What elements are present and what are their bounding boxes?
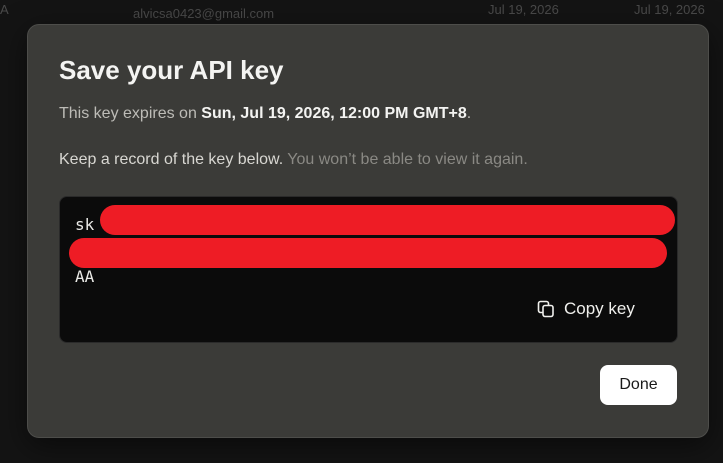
background-date-expires: Jul 19, 2026 — [634, 2, 705, 17]
expiry-prefix: This key expires on — [59, 105, 202, 122]
record-text: Keep a record of the key below. — [59, 151, 288, 168]
dialog-title: Save your API key — [59, 55, 284, 85]
done-button[interactable]: Done — [600, 365, 677, 405]
expiry-suffix: . — [466, 105, 472, 122]
expiry-notice: This key expires on Sun, Jul 19, 2026, 1… — [59, 105, 471, 123]
copy-key-button[interactable]: Copy key — [536, 295, 635, 323]
api-key-box[interactable]: sk AA Copy key — [59, 196, 678, 343]
background-email: alvicsa0423@gmail.com — [133, 6, 275, 21]
record-notice: Keep a record of the key below. You won’… — [59, 151, 528, 169]
api-key-line-3[interactable]: AA — [75, 267, 94, 286]
save-api-key-dialog: Save your API key This key expires on Su… — [27, 24, 709, 438]
background-date-created: Jul 19, 2026 — [488, 2, 559, 17]
background-table-row: A alvicsa0423@gmail.com Jul 19, 2026 Jul… — [0, 0, 723, 24]
copy-icon — [536, 299, 556, 319]
redaction-mark — [100, 205, 675, 235]
background-cell: A — [0, 2, 9, 17]
copy-key-label: Copy key — [564, 299, 635, 318]
expiry-date: Sun, Jul 19, 2026, 12:00 PM GMT+8 — [201, 105, 467, 122]
redaction-mark — [69, 238, 667, 268]
api-key-line-1[interactable]: sk — [75, 215, 94, 234]
record-warning: You won’t be able to view it again. — [287, 151, 528, 168]
